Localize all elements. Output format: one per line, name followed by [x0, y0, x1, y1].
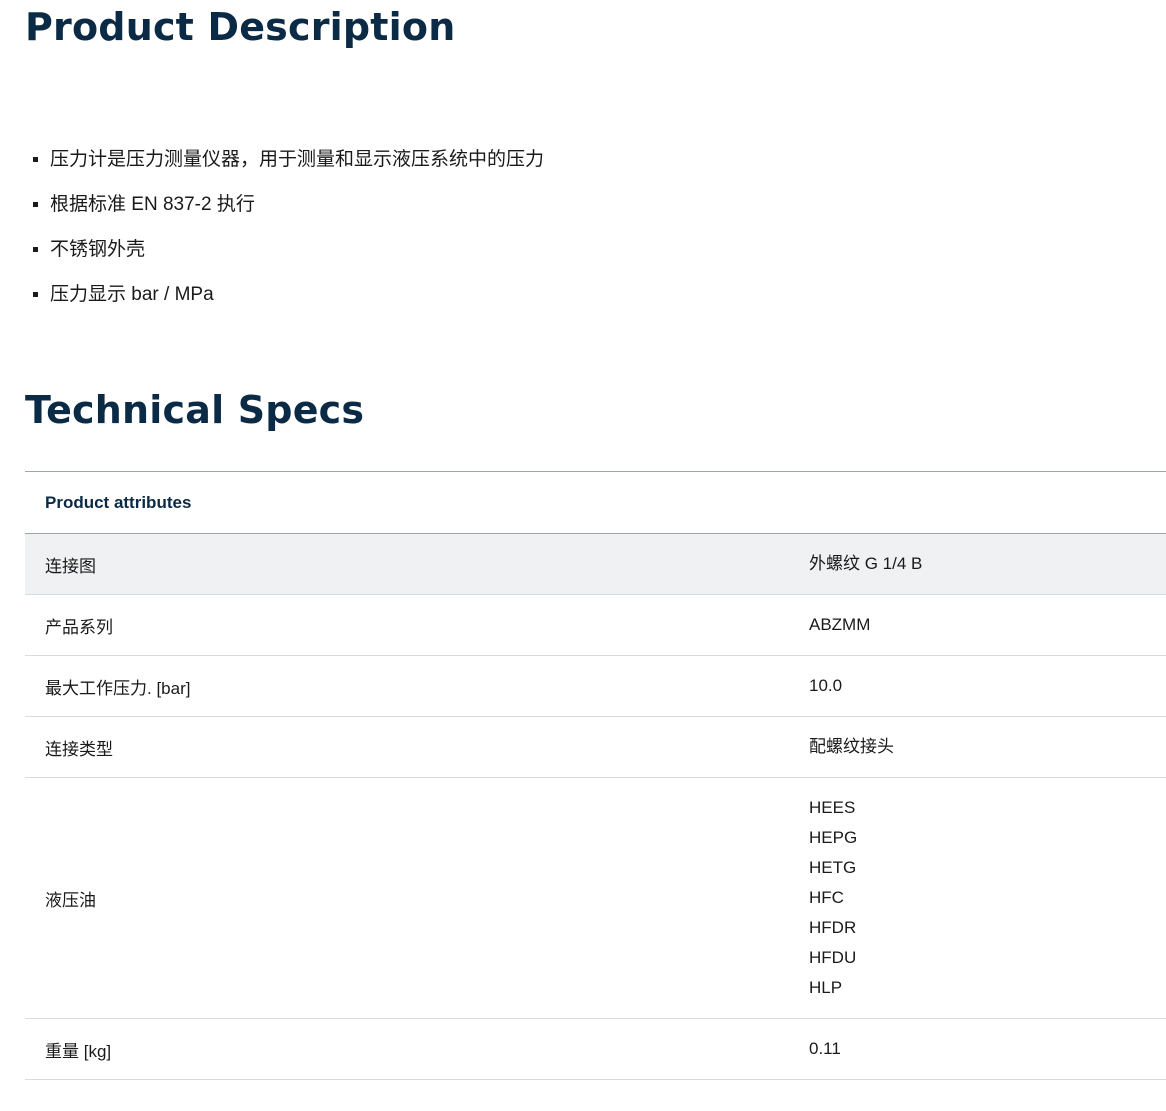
spec-value: HEES HEPG HETG HFC HFDR HFDU HLP — [809, 793, 1166, 1003]
spec-row-hydraulic-fluid: 液压油 HEES HEPG HETG HFC HFDR HFDU HLP — [25, 778, 1166, 1019]
spec-value-line: 10.0 — [809, 676, 843, 695]
spec-table-header: Product attributes — [25, 472, 1166, 534]
spec-row-max-pressure: 最大工作压力. [bar] 10.0 — [25, 656, 1166, 717]
spec-value: 外螺纹 G 1/4 B — [809, 549, 1166, 579]
spec-row-product-series: 产品系列 ABZMM — [25, 595, 1166, 656]
spec-value-line: HEES — [809, 798, 856, 817]
technical-specs-title: Technical Specs — [25, 388, 365, 432]
square-bullet-icon — [33, 292, 38, 297]
spec-value: 10.0 — [809, 671, 1166, 701]
spec-table: Product attributes 连接图 外螺纹 G 1/4 B 产品系列 … — [25, 471, 1166, 1080]
description-bullet: 压力计是压力测量仪器，用于测量和显示液压系统中的压力 — [33, 137, 544, 182]
description-bullet: 压力显示 bar / MPa — [33, 272, 544, 317]
spec-value-line: HFDR — [809, 918, 857, 937]
spec-label: 最大工作压力. [bar] — [45, 678, 191, 698]
spec-label: 连接类型 — [45, 739, 113, 759]
spec-value-line: HFC — [809, 888, 844, 907]
spec-row-connection-type: 连接类型 配螺纹接头 — [25, 717, 1166, 778]
spec-value-line: HFDU — [809, 948, 857, 967]
spec-value: ABZMM — [809, 610, 1166, 640]
spec-value-line: ABZMM — [809, 615, 871, 634]
spec-label: 产品系列 — [45, 617, 113, 637]
description-bullet-text: 不锈钢外壳 — [50, 239, 146, 260]
product-description-title: Product Description — [25, 5, 456, 49]
description-bullet: 不锈钢外壳 — [33, 227, 544, 272]
spec-label: 重量 [kg] — [45, 1041, 112, 1061]
spec-value-line: 外螺纹 G 1/4 B — [809, 554, 923, 573]
spec-value-line: HLP — [809, 978, 843, 997]
spec-value-line: 配螺纹接头 — [809, 737, 894, 756]
description-bullet-text: 根据标准 EN 837-2 执行 — [50, 194, 255, 215]
spec-value-line: HETG — [809, 858, 857, 877]
spec-value-line: 0.11 — [809, 1039, 841, 1058]
spec-value-line: HEPG — [809, 828, 858, 847]
spec-value: 配螺纹接头 — [809, 732, 1166, 762]
spec-row-weight: 重量 [kg] 0.11 — [25, 1019, 1166, 1080]
square-bullet-icon — [33, 157, 38, 162]
description-bullet: 根据标准 EN 837-2 执行 — [33, 182, 544, 227]
square-bullet-icon — [33, 202, 38, 207]
description-bullet-text: 压力显示 bar / MPa — [50, 284, 214, 305]
description-bullet-list: 压力计是压力测量仪器，用于测量和显示液压系统中的压力 根据标准 EN 837-2… — [33, 137, 544, 317]
spec-value: 0.11 — [809, 1034, 1166, 1064]
description-bullet-text: 压力计是压力测量仪器，用于测量和显示液压系统中的压力 — [50, 149, 545, 170]
spec-label: 液压油 — [45, 890, 96, 910]
spec-row-connection-diagram: 连接图 外螺纹 G 1/4 B — [25, 534, 1166, 595]
square-bullet-icon — [33, 247, 38, 252]
spec-label: 连接图 — [45, 556, 96, 576]
